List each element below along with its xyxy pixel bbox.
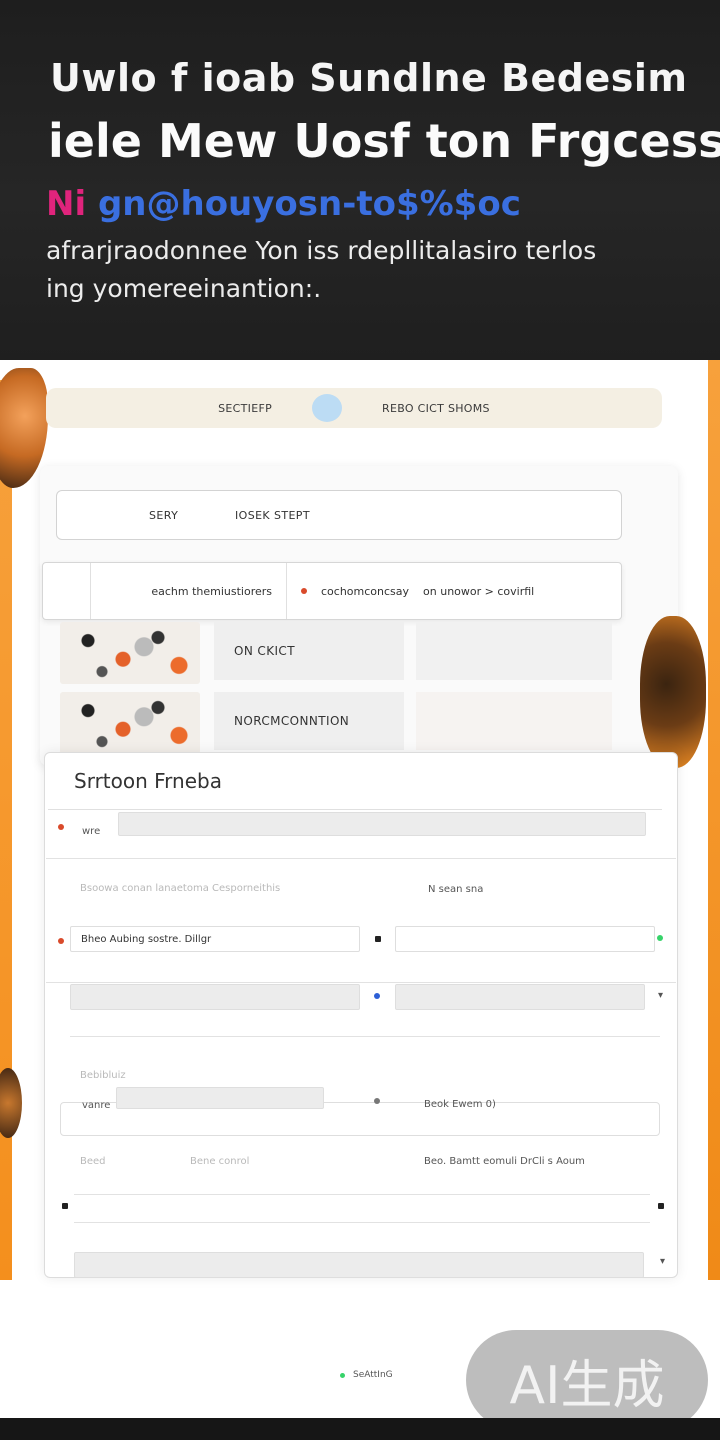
dot-red-icon [301,588,307,594]
hero-glitch-text: Ni gn@houyosn-to$%$oc [46,184,666,224]
search-label-2: IOSEK STEPT [235,508,310,522]
tile-label: ON CKICT [234,644,295,658]
text-field[interactable] [70,984,360,1010]
form-title: Srrtoon Frneba [74,768,222,793]
hero-title-line-2: iele Mew Uosf ton Frgcess [48,114,720,168]
filter-checkbox[interactable] [43,563,91,619]
left-orange-stripe [0,380,12,1280]
thumbnail-image[interactable] [60,622,200,684]
search-label-1: SERY [149,508,179,522]
divider [46,858,676,859]
square-icon [375,936,381,942]
dot-blue-icon [374,993,380,999]
filter-left[interactable]: eachm themiustiorers [91,563,287,619]
divider [74,1194,650,1195]
dot-red-icon [58,824,64,830]
row1-label: wre [82,826,101,837]
radio-icon[interactable] [374,1098,380,1104]
footer-link-label: SeAttInG [353,1370,393,1380]
row3-label: vanre [82,1100,111,1111]
text-field[interactable] [74,1252,644,1278]
section-left-label: Bsoowa conan lanaetoma Cesporneithis [80,883,281,894]
faint-left-label: Beed [80,1156,106,1167]
text-field[interactable] [395,984,645,1010]
filter-left-label: eachm themiustiorers [151,584,272,598]
bowl-image-icon [640,616,706,768]
sublabel: Bebibluiz [80,1070,126,1081]
hero-glitch-part-2: gn@houyosn-to$%$oc [97,184,521,224]
form-header: Srrtoon Frneba [48,752,662,810]
banner-left-text: SECTIEFP [218,401,273,415]
tile-cell[interactable]: ON CKICT [214,622,404,680]
hero-subtitle-line-2: ing yomereeinantion:. [46,274,322,303]
square-icon [62,1203,68,1209]
chevron-down-icon[interactable]: ▾ [660,1256,665,1267]
dot-red-icon [58,938,64,944]
hero-subtitle-line-1: afrarjraodonnee Yon iss rdepllitalasiro … [46,236,597,265]
footer-link[interactable]: SeAttInG [340,1370,393,1380]
hero-subtitle: afrarjraodonnee Yon iss rdepllitalasiro … [46,232,686,308]
right-orange-stripe [708,360,720,1280]
text-field[interactable] [116,1087,324,1109]
filter-right-label: cochomconcsay [321,584,410,598]
text-field[interactable]: Bheo Aubing sostre. Dillgr [70,926,360,952]
row4-right-label: Beo. Bamtt eomuli DrCli s Aoum [424,1156,585,1167]
divider [70,1036,660,1037]
divider [46,982,676,983]
search-bar[interactable]: SERY IOSEK STEPT [56,490,622,540]
tile-cell-empty[interactable] [416,692,612,750]
thumbnail-image[interactable] [60,692,200,754]
ai-generated-watermark: AI生成 [466,1330,708,1430]
tile-label: NORCMCONNTION [234,714,350,728]
banner-right-text: REBO CICT SHOMS [382,401,490,415]
hero-glitch-part-1: Ni [46,184,87,224]
row3-right-label: Beok Ewem 0) [424,1099,496,1110]
filter-right-label-2: on unowor > covirfil [423,584,535,598]
chevron-down-icon[interactable]: ▾ [658,990,663,1001]
text-field[interactable] [395,926,655,952]
hero-header: Uwlo f ioab Sundlne Bedesim iele Mew Uos… [0,0,720,360]
dot-green-icon [340,1372,345,1378]
tile-cell-empty[interactable] [416,622,612,680]
hero-title-line-1: Uwlo f ioab Sundlne Bedesim [50,56,688,100]
section-banner[interactable]: SECTIEFP REBO CICT SHOMS [46,388,662,428]
dot-green-icon [657,935,663,941]
filter-bar[interactable]: eachm themiustiorers cochomconcsay on un… [42,562,622,620]
blob-icon [312,394,343,422]
field-value: Bheo Aubing sostre. Dillgr [81,933,212,945]
text-field[interactable] [118,812,646,836]
square-icon [658,1203,664,1209]
section-right-label: N sean sna [428,884,484,895]
divider [74,1222,650,1223]
tile-cell[interactable]: NORCMCONNTION [214,692,404,750]
bottom-bar [0,1418,720,1440]
filter-right[interactable]: cochomconcsay on unowor > covirfil [287,585,621,598]
faint-mid-label: Bene conrol [190,1156,250,1167]
